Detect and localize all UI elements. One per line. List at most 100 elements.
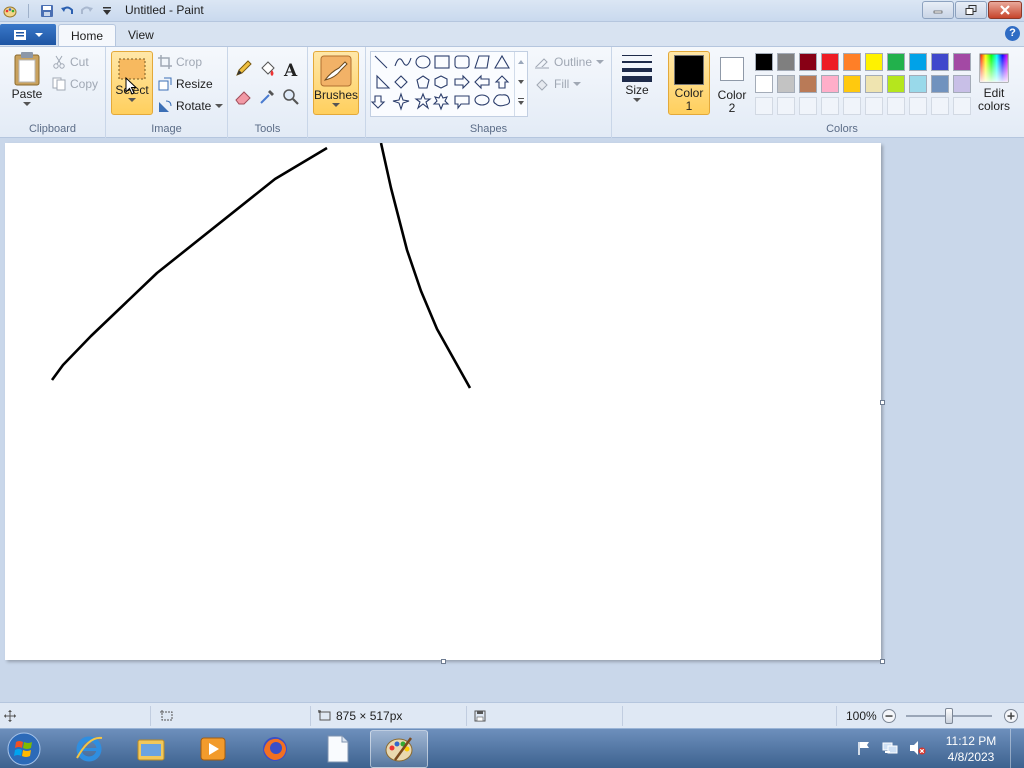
- chevron-down-icon: [23, 102, 31, 106]
- palette-swatch[interactable]: [755, 75, 773, 93]
- menu-icon: [14, 29, 26, 40]
- shapes-gallery: [370, 51, 528, 117]
- palette-swatch[interactable]: [843, 53, 861, 71]
- show-desktop-button[interactable]: [1010, 729, 1024, 768]
- customize-toolbar-icon[interactable]: [99, 3, 115, 19]
- palette-custom-slot[interactable]: [821, 97, 839, 115]
- tab-home[interactable]: Home: [58, 24, 117, 46]
- volume-muted-icon[interactable]: [908, 740, 926, 759]
- palette-swatch[interactable]: [821, 75, 839, 93]
- drawing-canvas[interactable]: [5, 143, 881, 660]
- palette-custom-slot[interactable]: [909, 97, 927, 115]
- canvas-size-icon: [318, 710, 331, 721]
- taskbar-paint-button[interactable]: [370, 730, 428, 768]
- magnifier-tool[interactable]: [280, 87, 302, 107]
- paste-label: Paste: [11, 87, 43, 101]
- taskbar-ie-button[interactable]: [60, 730, 118, 768]
- palette-custom-slot[interactable]: [953, 97, 971, 115]
- palette-swatch[interactable]: [799, 75, 817, 93]
- paste-button[interactable]: Paste: [8, 51, 46, 107]
- redo-icon[interactable]: [79, 3, 95, 19]
- media-player-icon: [200, 737, 226, 761]
- chevron-down-icon: [128, 98, 136, 102]
- shapes-icons[interactable]: [370, 52, 519, 116]
- crosshair-icon: [4, 710, 16, 722]
- paint-menu-button[interactable]: [0, 24, 56, 45]
- close-button[interactable]: [988, 1, 1022, 19]
- resize-handle-corner[interactable]: [880, 659, 885, 664]
- palette-swatch[interactable]: [843, 75, 861, 93]
- taskbar-firefox-button[interactable]: [246, 730, 304, 768]
- zoom-slider[interactable]: [906, 708, 992, 724]
- edit-colors-label-line2: colors: [977, 99, 1010, 113]
- palette-swatch[interactable]: [799, 53, 817, 71]
- zoom-slider-thumb[interactable]: [945, 708, 953, 724]
- palette-swatch[interactable]: [755, 53, 773, 71]
- resize-handle-right[interactable]: [880, 400, 885, 405]
- fill-bucket-icon: [536, 79, 548, 91]
- size-button[interactable]: Size: [616, 51, 658, 103]
- palette-custom-slot[interactable]: [777, 97, 795, 115]
- palette-swatch[interactable]: [953, 75, 971, 93]
- resize-button[interactable]: Resize: [158, 75, 213, 93]
- palette-swatch[interactable]: [777, 75, 795, 93]
- quick-access-toolbar: [2, 2, 115, 20]
- palette-swatch[interactable]: [777, 53, 795, 71]
- cut-button[interactable]: Cut: [52, 53, 89, 71]
- palette-swatch[interactable]: [887, 75, 905, 93]
- help-icon[interactable]: ?: [1005, 26, 1020, 41]
- palette-swatch[interactable]: [865, 75, 883, 93]
- palette-custom-slot[interactable]: [843, 97, 861, 115]
- fill-tool[interactable]: [256, 59, 278, 79]
- resize-label: Resize: [176, 77, 213, 91]
- palette-swatch[interactable]: [931, 53, 949, 71]
- palette-swatch[interactable]: [909, 75, 927, 93]
- taskbar-media-player-button[interactable]: [184, 730, 242, 768]
- paint-app-icon[interactable]: [2, 3, 18, 19]
- start-button[interactable]: [4, 730, 44, 768]
- outline-button[interactable]: Outline: [534, 53, 605, 71]
- palette-swatch[interactable]: [821, 53, 839, 71]
- save-icon[interactable]: [39, 3, 55, 19]
- brushes-button[interactable]: Brushes: [313, 51, 359, 115]
- crop-label: Crop: [176, 55, 203, 69]
- palette-custom-slot[interactable]: [755, 97, 773, 115]
- palette-swatch[interactable]: [887, 53, 905, 71]
- palette-swatch[interactable]: [909, 53, 927, 71]
- eraser-tool[interactable]: [232, 87, 254, 107]
- palette-swatch[interactable]: [865, 53, 883, 71]
- color-picker-tool[interactable]: [256, 87, 278, 107]
- network-icon[interactable]: [882, 740, 898, 759]
- palette-swatch[interactable]: [931, 75, 949, 93]
- palette-custom-slot[interactable]: [887, 97, 905, 115]
- resize-handle-bottom[interactable]: [441, 659, 446, 664]
- rotate-button[interactable]: Rotate: [158, 97, 224, 115]
- brushes-label: Brushes: [313, 88, 359, 102]
- text-tool[interactable]: A: [280, 59, 302, 79]
- size-group: Size: [612, 47, 662, 138]
- action-center-flag-icon[interactable]: [856, 740, 872, 759]
- color-spectrum-icon: [979, 53, 1009, 83]
- undo-icon[interactable]: [59, 3, 75, 19]
- palette-custom-slot[interactable]: [865, 97, 883, 115]
- zoom-in-button[interactable]: [1003, 708, 1019, 724]
- palette-custom-slot[interactable]: [931, 97, 949, 115]
- zoom-out-button[interactable]: [881, 708, 897, 724]
- maximize-button[interactable]: [955, 1, 987, 19]
- edit-colors-button[interactable]: Edit colors: [974, 53, 1014, 113]
- crop-button[interactable]: Crop: [158, 53, 202, 71]
- minimize-button[interactable]: [922, 1, 954, 19]
- taskbar-document-button[interactable]: [308, 730, 366, 768]
- cut-label: Cut: [70, 55, 89, 69]
- copy-button[interactable]: Copy: [52, 75, 98, 93]
- fill-button[interactable]: Fill: [534, 75, 582, 93]
- window-title: Untitled - Paint: [125, 3, 204, 17]
- palette-swatch[interactable]: [953, 53, 971, 71]
- taskbar-explorer-button[interactable]: [122, 730, 180, 768]
- tab-view[interactable]: View: [116, 24, 166, 46]
- shapes-scroll[interactable]: [514, 52, 527, 116]
- pencil-tool[interactable]: [232, 59, 254, 79]
- fill-label: Fill: [554, 77, 570, 91]
- palette-custom-slot[interactable]: [799, 97, 817, 115]
- clock[interactable]: 11:12 PM 4/8/2023: [936, 733, 1006, 765]
